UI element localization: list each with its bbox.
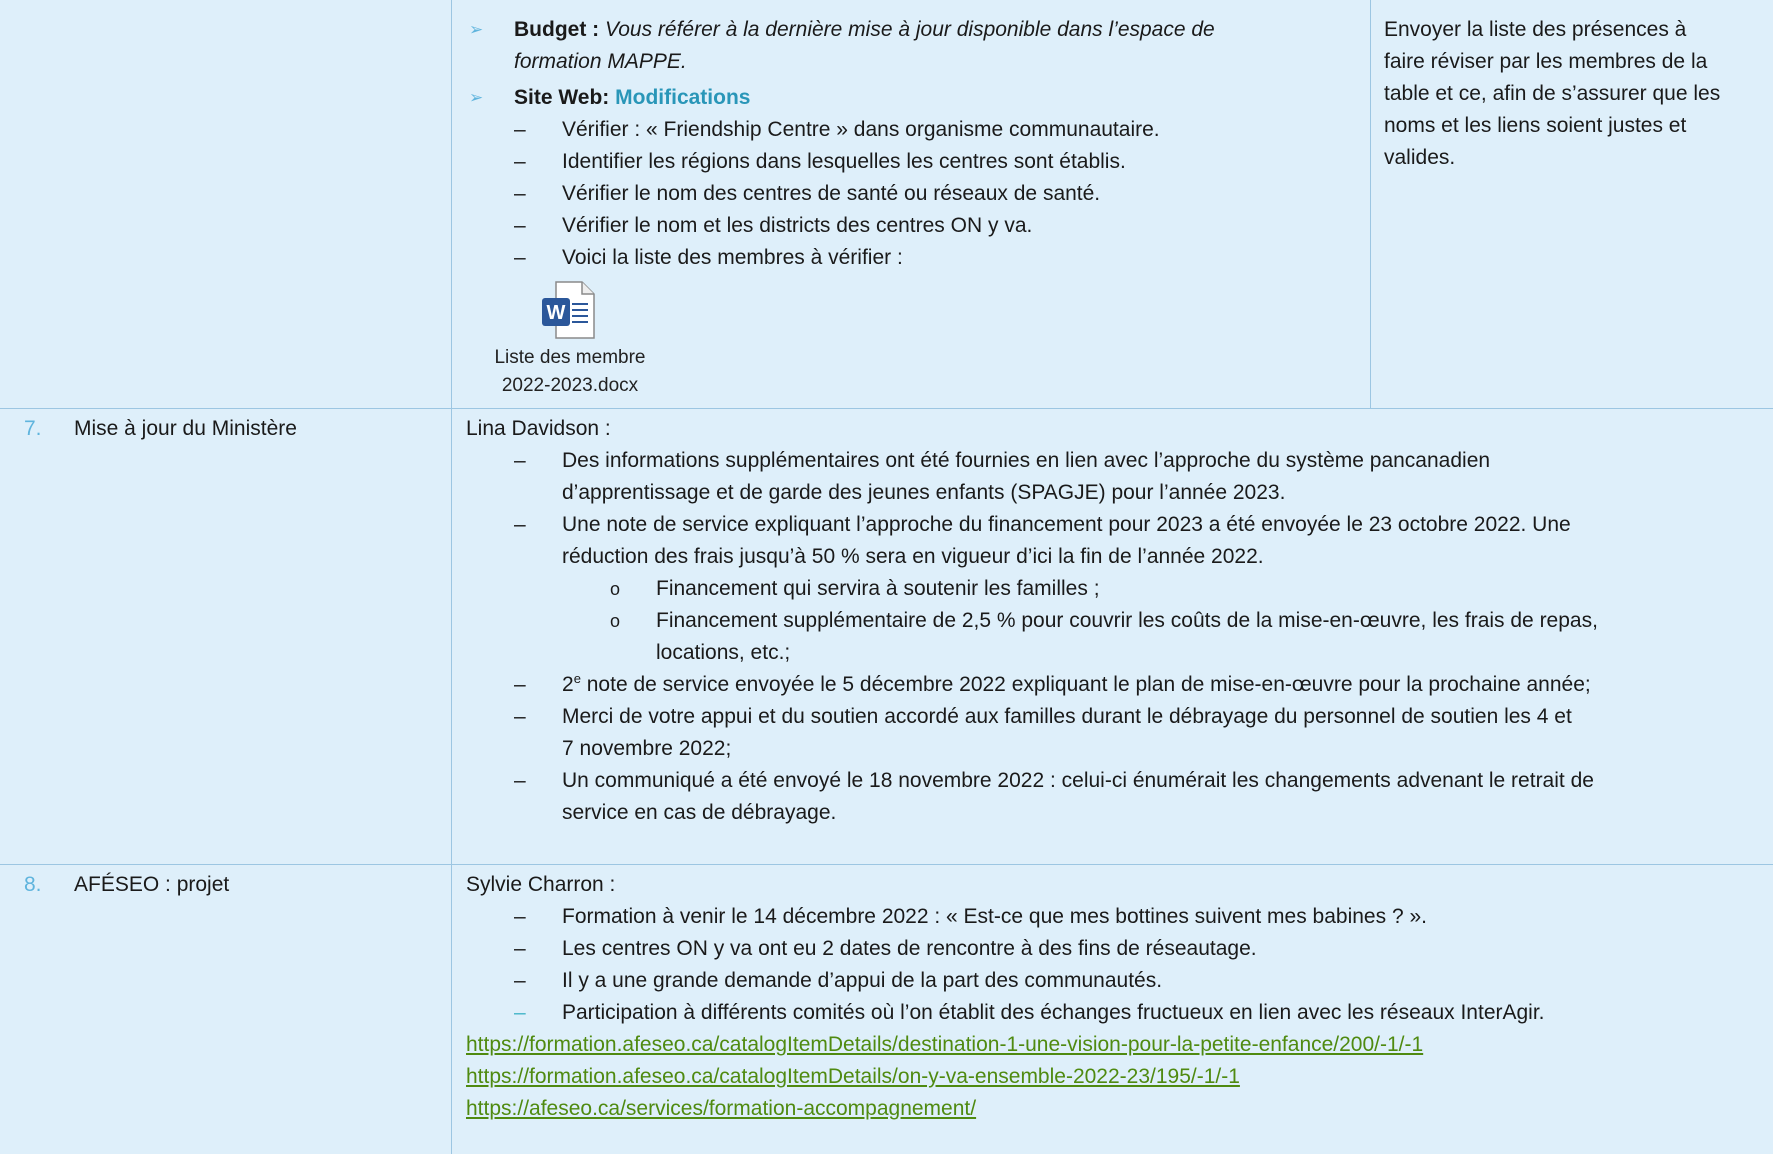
item-topic: AFÉSEO : projet: [74, 873, 230, 896]
table-row-site-web: ➢ Budget : Vous référer à la dernière mi…: [0, 0, 1773, 409]
list-item: 2e note de service envoyée le 5 décembre…: [562, 669, 1591, 701]
list-item: Les centres ON y va ont eu 2 dates de re…: [562, 937, 1257, 960]
list-item-cont: d’apprentissage et de garde des jeunes e…: [562, 481, 1286, 504]
attachment-name-line1: Liste des membre: [494, 347, 646, 368]
arrow-bullet-icon: ➢: [469, 88, 484, 107]
dash-bullet: –: [514, 937, 526, 960]
list-item-text: note de service envoyée le 5 décembre 20…: [580, 673, 1591, 696]
action-text: table et ce, afin de s’assurer que les: [1384, 82, 1721, 105]
table-row-8: 8. AFÉSEO : projet Sylvie Charron : – Fo…: [0, 865, 1773, 1154]
list-item: Formation à venir le 14 décembre 2022 : …: [562, 905, 1427, 928]
dash-bullet: –: [514, 905, 526, 928]
circle-bullet: o: [610, 611, 621, 631]
action-text: faire réviser par les membres de la: [1384, 50, 1708, 73]
dash-bullet: –: [514, 182, 526, 205]
list-item: Une note de service expliquant l’approch…: [562, 513, 1571, 536]
ordinal-suffix: e: [573, 671, 581, 686]
circle-bullet: o: [610, 579, 621, 599]
list-item: Participation à différents comités où l’…: [562, 1001, 1545, 1024]
dash-bullet: –: [514, 673, 526, 696]
list-item: Identifier les régions dans lesquelles l…: [562, 150, 1126, 173]
link-line: https://afeseo.ca/services/formation-acc…: [466, 1093, 976, 1125]
budget-line: Budget : Vous référer à la dernière mise…: [514, 14, 1215, 46]
dash-bullet: –: [514, 1001, 526, 1024]
list-item: Merci de votre appui et du soutien accor…: [562, 705, 1572, 728]
list-item: Vérifier le nom et les districts des cen…: [562, 214, 1033, 237]
attachment-filename[interactable]: Liste des membre 2022-2023.docx: [470, 344, 670, 400]
site-web-value: Modifications: [615, 86, 751, 109]
word-document-icon[interactable]: W: [540, 280, 596, 340]
dash-bullet: –: [514, 769, 526, 792]
budget-label: Budget :: [514, 18, 600, 41]
item-number: 8.: [24, 873, 42, 896]
list-item-cont: service en cas de débrayage.: [562, 801, 837, 824]
link-line: https://formation.afeseo.ca/catalogItemD…: [466, 1061, 1240, 1093]
action-text: noms et les liens soient justes et: [1384, 114, 1687, 137]
sub-list-item-cont: locations, etc.;: [656, 641, 791, 664]
dash-bullet: –: [514, 969, 526, 992]
afeseo-link-destination-1[interactable]: https://formation.afeseo.ca/catalogItemD…: [466, 1033, 1423, 1056]
dash-bullet: –: [514, 214, 526, 237]
list-item: Des informations supplémentaires ont été…: [562, 449, 1491, 472]
afeseo-link-on-y-va-ensemble[interactable]: https://formation.afeseo.ca/catalogItemD…: [466, 1065, 1240, 1088]
list-item: Voici la liste des membres à vérifier :: [562, 246, 903, 269]
dash-bullet: –: [514, 513, 526, 536]
list-item: Un communiqué a été envoyé le 18 novembr…: [562, 769, 1594, 792]
svg-text:W: W: [547, 302, 566, 324]
link-line: https://formation.afeseo.ca/catalogItemD…: [466, 1029, 1423, 1061]
sub-list-item: Financement qui servira à soutenir les f…: [656, 577, 1100, 600]
action-text: Envoyer la liste des présences à: [1384, 18, 1687, 41]
presenter-name: Sylvie Charron :: [466, 873, 616, 896]
site-web-label: Site Web:: [514, 86, 610, 109]
dash-bullet: –: [514, 118, 526, 141]
afeseo-link-formation-accompagnement[interactable]: https://afeseo.ca/services/formation-acc…: [466, 1097, 976, 1120]
item-number: 7.: [24, 417, 42, 440]
dash-bullet: –: [514, 449, 526, 472]
list-item: Vérifier le nom des centres de santé ou …: [562, 182, 1101, 205]
table-row-7: 7. Mise à jour du Ministère Lina Davidso…: [0, 409, 1773, 865]
list-item: Vérifier : « Friendship Centre » dans or…: [562, 118, 1160, 141]
budget-text: Vous référer à la dernière mise à jour d…: [605, 18, 1215, 41]
list-item-cont: réduction des frais jusqu’à 50 % sera en…: [562, 545, 1264, 568]
dash-bullet: –: [514, 705, 526, 728]
list-item: Il y a une grande demande d’appui de la …: [562, 969, 1163, 992]
site-web-line: Site Web: Modifications: [514, 82, 750, 114]
attachment-name-line2: 2022-2023.docx: [501, 375, 639, 396]
budget-text-cont: formation MAPPE.: [514, 50, 687, 73]
arrow-bullet-icon: ➢: [469, 20, 484, 39]
presenter-name: Lina Davidson :: [466, 417, 611, 440]
ordinal-number: 2: [562, 673, 574, 696]
dash-bullet: –: [514, 150, 526, 173]
dash-bullet: –: [514, 246, 526, 269]
action-text: valides.: [1384, 146, 1456, 169]
sub-list-item: Financement supplémentaire de 2,5 % pour…: [656, 609, 1598, 632]
item-topic: Mise à jour du Ministère: [74, 417, 297, 440]
list-item-cont: 7 novembre 2022;: [562, 737, 732, 760]
